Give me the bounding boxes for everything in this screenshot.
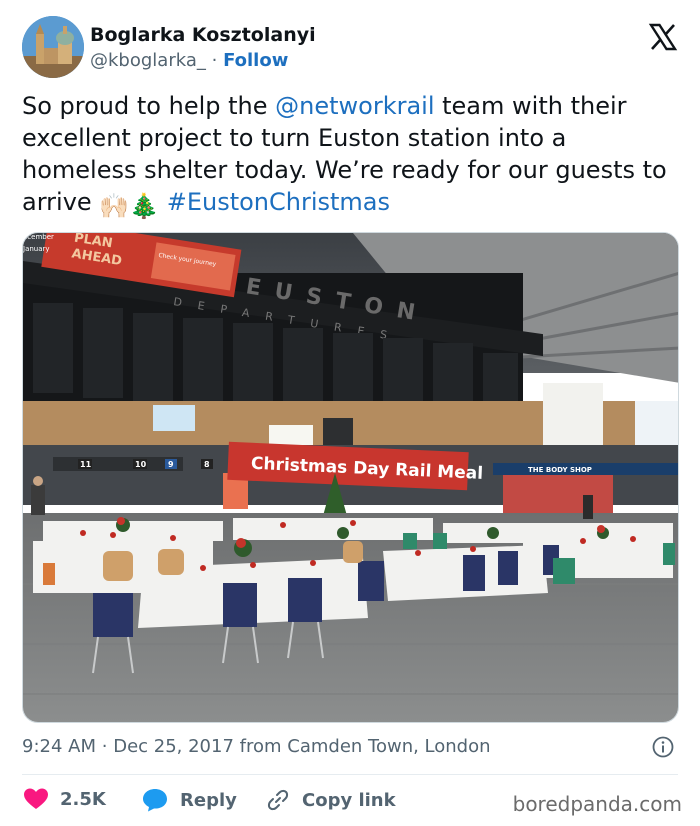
tweet-time[interactable]: 9:24 AM [22,736,96,757]
like-count: 2.5K [60,788,106,810]
author-handle[interactable]: @kboglarka_ [90,50,206,71]
heart-icon [24,788,48,809]
watermark: boredpanda.com [512,792,682,816]
platform-8: 8 [204,460,210,469]
tweet-photo[interactable]: EUSTON DEPARTURES PLAN AHEAD Check your … [22,232,679,723]
handle-separator: · [211,50,218,71]
tweet-location: from Camden Town, London [239,736,491,757]
platform-9: 9 [168,460,174,469]
tweet-text-part1: So proud to help the [22,92,276,120]
copy-link-label: Copy link [302,789,396,811]
x-logo-icon[interactable] [648,22,678,52]
tweet-header: Boglarka Kosztolanyi @kboglarka_ · Follo… [22,16,682,78]
follow-button[interactable]: Follow [223,50,288,71]
tweet-date[interactable]: Dec 25, 2017 [113,736,234,757]
platform-11: 11 [80,460,92,469]
divider [22,774,678,775]
mention-link[interactable]: @networkrail [275,92,434,120]
shop-sign: THE BODY SHOP [528,466,592,474]
meta-separator: · [101,736,108,757]
reply-label: Reply [180,789,237,811]
reply-bubble-icon [143,789,167,812]
avatar[interactable] [22,16,84,78]
tweet-meta: 9:24 AM · Dec 25, 2017 from Camden Town,… [22,736,491,757]
copy-link-button[interactable]: Copy link [266,788,396,812]
author-name[interactable]: Boglarka Kosztolanyi [90,24,316,46]
hashtag-link[interactable]: #EustonChristmas [167,188,390,216]
ad-december: ecember [23,233,54,241]
ad-january: January [23,245,50,253]
tweet-text: So proud to help the @networkrail team w… [22,90,682,222]
like-button[interactable]: 2.5K [24,788,106,810]
platform-10: 10 [135,460,147,469]
christmas-tree-emoji-icon: 🎄 [129,192,160,220]
info-icon[interactable] [652,736,674,758]
author-handle-line: @kboglarka_ · Follow [90,50,288,71]
reply-button[interactable]: Reply [142,788,237,812]
raised-hands-emoji-icon: 🙌🏻 [99,192,130,220]
link-icon [267,789,289,811]
